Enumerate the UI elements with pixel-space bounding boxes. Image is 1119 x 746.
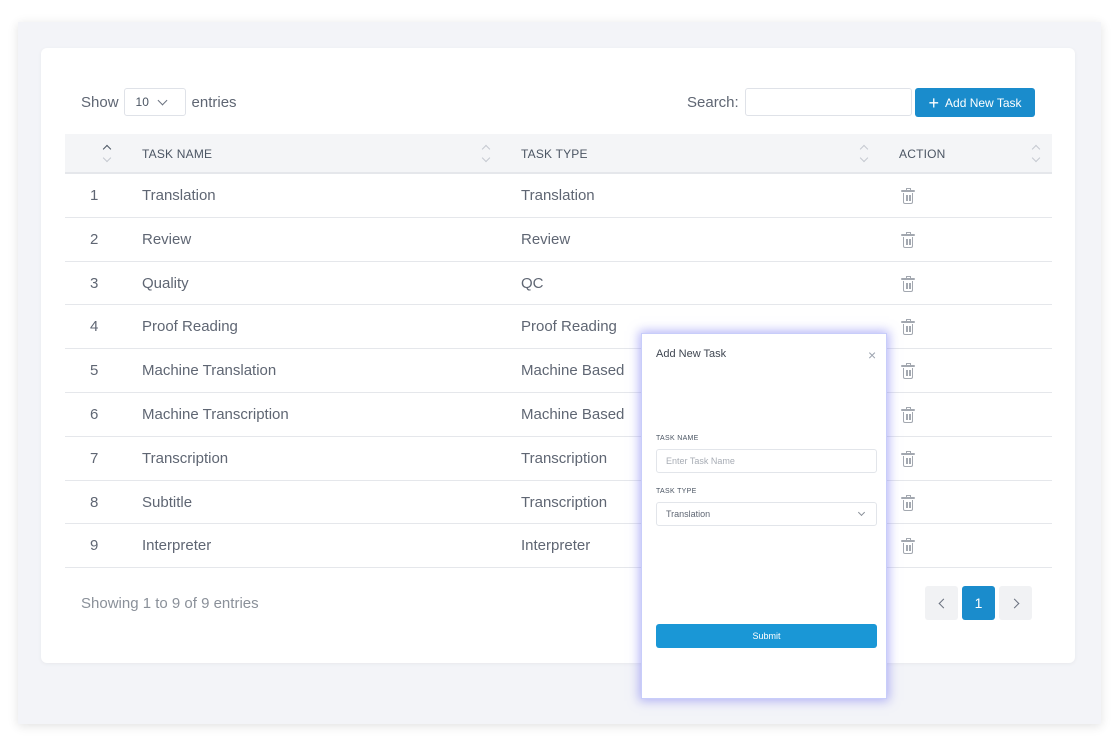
entries-per-page-value: 10 bbox=[135, 95, 149, 109]
plus-icon: + bbox=[928, 92, 940, 113]
table-row: 3 Quality QC bbox=[65, 262, 1052, 306]
search-control: Search: bbox=[687, 88, 912, 116]
add-new-task-label: Add New Task bbox=[945, 95, 1022, 110]
task-name-cell: Machine Translation bbox=[142, 362, 277, 380]
table-body: 1 Translation Translation 2 Review Revie… bbox=[65, 174, 1052, 569]
task-name-cell: Proof Reading bbox=[142, 318, 238, 336]
submit-button[interactable]: Submit bbox=[656, 624, 877, 648]
task-type-cell: Machine Based bbox=[521, 405, 625, 423]
task-type-select[interactable]: Translation bbox=[656, 502, 877, 526]
show-label: Show bbox=[81, 93, 119, 111]
task-type-cell: Proof Reading bbox=[521, 318, 617, 336]
entries-length-control: Show 10 entries bbox=[81, 88, 237, 116]
task-name-cell: Review bbox=[142, 230, 192, 248]
trash-icon[interactable] bbox=[901, 406, 915, 423]
row-index: 2 bbox=[90, 230, 99, 248]
add-new-task-button[interactable]: + Add New Task bbox=[915, 88, 1035, 117]
trash-icon[interactable] bbox=[901, 363, 915, 380]
task-type-cell: Review bbox=[521, 230, 571, 248]
table-info-text: Showing 1 to 9 of 9 entries bbox=[81, 595, 259, 612]
chevron-down-icon bbox=[157, 95, 168, 105]
table-row: 1 Translation Translation bbox=[65, 174, 1052, 218]
row-index: 3 bbox=[90, 274, 99, 292]
table-row: 9 Interpreter Interpreter bbox=[65, 524, 1052, 569]
chevron-left-icon bbox=[938, 598, 948, 608]
task-type-value: Translation bbox=[666, 509, 711, 519]
trash-icon[interactable] bbox=[901, 494, 915, 511]
column-header-action[interactable]: ACTION bbox=[899, 134, 946, 174]
task-name-cell: Subtitle bbox=[142, 493, 193, 511]
task-name-cell: Interpreter bbox=[142, 537, 212, 555]
pagination: 1 bbox=[925, 586, 1036, 620]
search-input[interactable] bbox=[744, 88, 912, 116]
trash-icon[interactable] bbox=[901, 538, 915, 555]
sort-task-type-icon[interactable] bbox=[859, 142, 870, 166]
task-type-cell: Translation bbox=[521, 187, 595, 204]
row-index: 6 bbox=[90, 405, 99, 423]
task-type-cell: Transcription bbox=[521, 493, 608, 511]
table-row: 7 Transcription Transcription bbox=[65, 437, 1052, 481]
row-index: 7 bbox=[90, 449, 99, 467]
modal-title: Add New Task bbox=[656, 348, 727, 360]
column-header-task-type[interactable]: TASK TYPE bbox=[521, 134, 588, 174]
table-row: 4 Proof Reading Proof Reading bbox=[65, 305, 1052, 350]
sort-action-icon[interactable] bbox=[1031, 142, 1042, 166]
task-type-cell: Transcription bbox=[521, 449, 608, 467]
row-index: 9 bbox=[90, 537, 99, 555]
page-button-current[interactable]: 1 bbox=[962, 586, 995, 620]
trash-icon[interactable] bbox=[901, 275, 915, 292]
table-header: TASK NAME TASK TYPE ACTION bbox=[65, 134, 1052, 174]
chevron-right-icon bbox=[1009, 598, 1019, 608]
chevron-down-icon bbox=[857, 508, 866, 517]
task-name-input[interactable] bbox=[656, 449, 877, 473]
table-row: 5 Machine Translation Machine Based bbox=[65, 349, 1052, 393]
entries-per-page-select[interactable]: 10 bbox=[123, 88, 186, 116]
close-icon[interactable]: × bbox=[868, 348, 876, 362]
row-index: 8 bbox=[90, 493, 99, 511]
trash-icon[interactable] bbox=[901, 450, 915, 467]
task-type-cell: Interpreter bbox=[521, 537, 591, 555]
task-type-label: TASK TYPE bbox=[656, 488, 697, 495]
row-index: 5 bbox=[90, 362, 99, 380]
task-name-cell: Transcription bbox=[142, 449, 229, 467]
trash-icon[interactable] bbox=[901, 231, 915, 248]
previous-page-button[interactable] bbox=[925, 586, 958, 620]
row-index: 1 bbox=[90, 187, 99, 204]
table-row: 6 Machine Transcription Machine Based bbox=[65, 393, 1052, 437]
task-type-cell: QC bbox=[521, 274, 544, 292]
sort-task-name-icon[interactable] bbox=[481, 142, 492, 166]
entries-label: entries bbox=[191, 93, 237, 111]
column-header-task-name[interactable]: TASK NAME bbox=[142, 134, 212, 174]
table-row: 8 Subtitle Transcription bbox=[65, 481, 1052, 525]
next-page-button[interactable] bbox=[999, 586, 1032, 620]
trash-icon[interactable] bbox=[901, 319, 915, 336]
row-index: 4 bbox=[90, 318, 99, 336]
task-name-cell: Quality bbox=[142, 274, 189, 292]
sort-index-icon[interactable] bbox=[102, 142, 113, 166]
task-type-cell: Machine Based bbox=[521, 362, 625, 380]
task-name-label: TASK NAME bbox=[656, 435, 699, 442]
search-label: Search: bbox=[687, 93, 739, 111]
task-name-cell: Translation bbox=[142, 187, 216, 204]
table-row: 2 Review Review bbox=[65, 218, 1052, 262]
task-name-cell: Machine Transcription bbox=[142, 405, 289, 423]
add-task-modal: Add New Task × TASK NAME TASK TYPE Trans… bbox=[641, 333, 887, 699]
trash-icon[interactable] bbox=[901, 188, 915, 204]
